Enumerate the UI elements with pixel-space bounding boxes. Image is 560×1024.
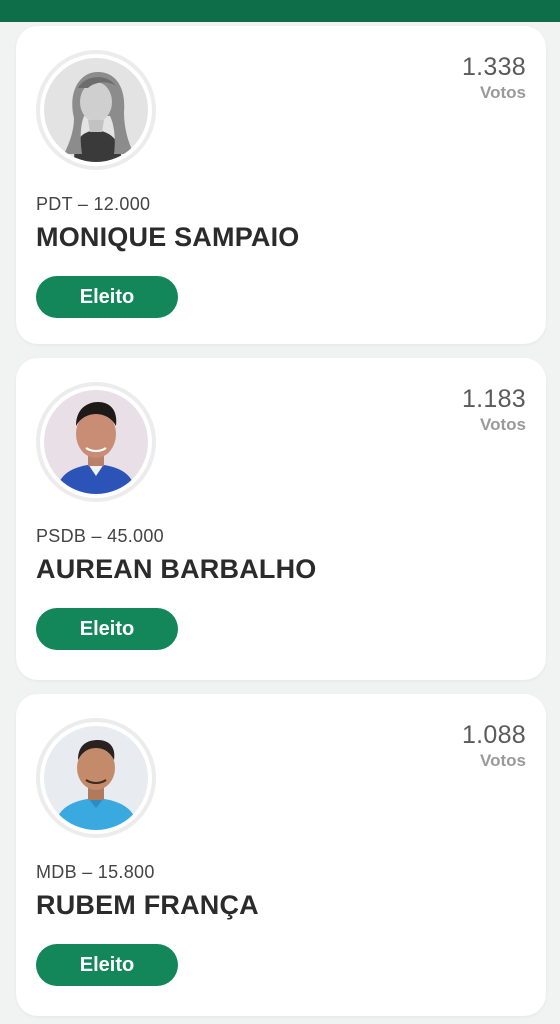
- candidate-card[interactable]: 1.088 Votos MDB – 15.800 RUBEM FRANÇA El…: [16, 694, 546, 1016]
- party-number: MDB – 15.800: [36, 862, 155, 882]
- status-badge: Eleito: [36, 276, 178, 318]
- party-number: PSDB – 45.000: [36, 526, 164, 546]
- candidate-card[interactable]: 1.338 Votos PDT – 12.000 MONIQUE SAMPAIO…: [16, 26, 546, 344]
- votes-block: 1.183 Votos: [462, 384, 526, 436]
- votes-count: 1.183: [461, 385, 526, 413]
- candidate-name: RUBEM FRANÇA: [36, 890, 259, 920]
- votes-count: 1.338: [461, 53, 526, 81]
- status-badge: Eleito: [36, 944, 178, 986]
- candidate-avatar-frame: [36, 718, 156, 838]
- votes-count: 1.088: [461, 721, 526, 749]
- votes-block: 1.338 Votos: [462, 52, 526, 104]
- candidate-photo: [44, 726, 148, 830]
- candidate-card[interactable]: 1.183 Votos PSDB – 45.000 AUREAN BARBALH…: [16, 358, 546, 680]
- candidate-photo: [44, 58, 148, 162]
- candidate-name: MONIQUE SAMPAIO: [36, 222, 300, 252]
- votes-block: 1.088 Votos: [462, 720, 526, 772]
- candidate-avatar-frame: [36, 382, 156, 502]
- status-badge: Eleito: [36, 608, 178, 650]
- party-number: PDT – 12.000: [36, 194, 151, 214]
- votes-label: Votos: [480, 751, 526, 770]
- candidate-photo: [44, 390, 148, 494]
- candidate-avatar-frame: [36, 50, 156, 170]
- votes-label: Votos: [480, 83, 526, 102]
- top-header-bar: [0, 0, 560, 22]
- votes-label: Votos: [480, 415, 526, 434]
- candidate-name: AUREAN BARBALHO: [36, 554, 317, 584]
